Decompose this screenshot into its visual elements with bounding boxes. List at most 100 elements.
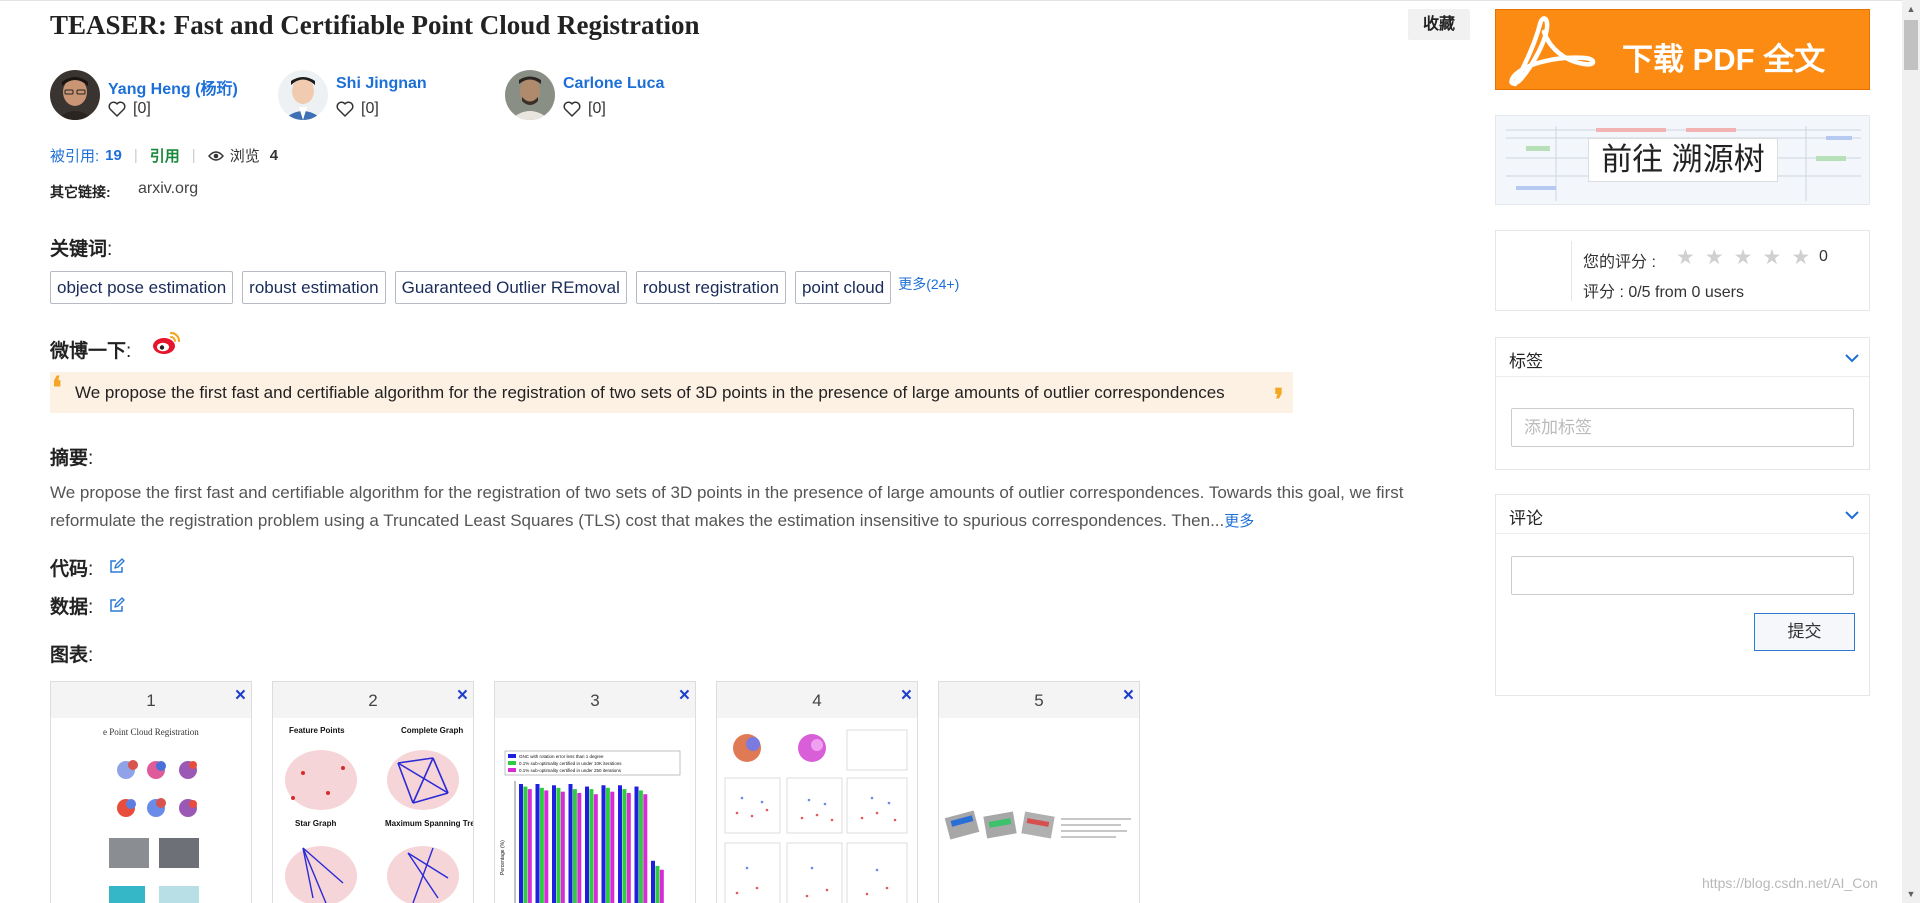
author-likes: [0] xyxy=(336,100,379,118)
figure-header: 1 × xyxy=(51,682,251,718)
figure-bar xyxy=(568,784,573,903)
figure-card[interactable]: 4 × xyxy=(716,681,918,903)
keyword-tag[interactable]: point cloud xyxy=(794,271,892,304)
abstract-more-link[interactable]: 更多 xyxy=(1224,513,1254,530)
star-icon[interactable]: ★ xyxy=(1705,247,1724,268)
submit-comment-button[interactable]: 提交 xyxy=(1754,613,1855,651)
like-count: [0] xyxy=(133,100,151,117)
close-icon[interactable]: × xyxy=(901,685,912,707)
figure-caption: 0.1% sub-optimality certified in under 1… xyxy=(519,761,622,766)
figure-bar xyxy=(523,786,528,903)
comments-panel-header[interactable]: 评论 xyxy=(1496,495,1869,534)
figure-thumbnail[interactable]: Feature Points Complete Graph Star Graph… xyxy=(273,718,473,903)
figure-thumbnail[interactable] xyxy=(717,718,917,903)
figure-header: 5 × xyxy=(939,682,1139,718)
figure-header: 4 × xyxy=(717,682,917,718)
author-name[interactable]: Shi Jingnan xyxy=(336,75,427,93)
chevron-down-icon[interactable] xyxy=(1845,350,1859,368)
figure-bar xyxy=(605,787,610,903)
keywords-more-link[interactable]: 更多(24+) xyxy=(898,274,959,294)
cited-by-count[interactable]: 19 xyxy=(105,147,122,164)
close-icon[interactable]: × xyxy=(679,685,690,707)
pdf-icon xyxy=(1509,16,1596,87)
figure-caption: GNC with rotation error less than 1 degr… xyxy=(519,754,604,759)
avatar[interactable] xyxy=(278,70,328,120)
other-link-arxiv[interactable]: arxiv.org xyxy=(138,180,198,198)
keywords-colon: : xyxy=(107,239,113,260)
avatar[interactable] xyxy=(505,70,555,120)
star-icon[interactable]: ★ xyxy=(1791,247,1810,268)
heart-icon[interactable] xyxy=(563,101,581,117)
download-pdf-button[interactable]: 下载 PDF 全文 xyxy=(1495,9,1870,90)
figures-label: 图表 xyxy=(50,645,89,666)
figure-bar xyxy=(659,869,664,903)
figure-bar xyxy=(593,794,598,903)
your-rating-label: 您的评分 : xyxy=(1583,254,1656,271)
favorite-button[interactable]: 收藏 xyxy=(1408,9,1470,40)
weibo-quote-text: We propose the first fast and certifiabl… xyxy=(75,383,1225,402)
author-card: Carlone Luca [0] xyxy=(505,70,705,122)
rating-value: 0 xyxy=(1819,248,1828,265)
figure-bar xyxy=(589,789,594,903)
author-name[interactable]: Carlone Luca xyxy=(563,75,664,93)
code-heading: 代码: xyxy=(50,554,93,581)
scroll-up-icon[interactable]: ▲ xyxy=(1902,0,1920,18)
scroll-down-icon[interactable]: ▼ xyxy=(1902,885,1920,903)
figure-card[interactable]: 1 × e Point Cloud Registration xyxy=(50,681,252,903)
close-icon[interactable]: × xyxy=(235,685,246,707)
cite-link[interactable]: 引用 xyxy=(150,145,180,166)
close-icon[interactable]: × xyxy=(1123,685,1134,707)
figure-thumbnail[interactable] xyxy=(939,718,1139,903)
abstract-heading: 摘要: xyxy=(50,443,93,470)
weibo-quote: ❛ We propose the first fast and certifia… xyxy=(50,371,1293,418)
close-icon[interactable]: × xyxy=(457,685,468,707)
avatar[interactable] xyxy=(50,70,100,120)
figure-card[interactable]: 3 × GNC with rotation error less than 1 … xyxy=(494,681,696,903)
edit-code-icon[interactable] xyxy=(109,558,125,574)
citation-tree-link[interactable]: 前往 溯源树 xyxy=(1495,115,1870,205)
comments-panel: 评论 提交 xyxy=(1495,494,1870,696)
views-label: 浏览 xyxy=(229,148,260,165)
code-colon: : xyxy=(88,559,94,580)
figure-thumbnail[interactable]: GNC with rotation error less than 1 degr… xyxy=(495,718,695,903)
figure-bar-chart xyxy=(519,784,664,903)
paper-title: TEASER: Fast and Certifiable Point Cloud… xyxy=(50,10,700,40)
figure-card[interactable]: 5 × xyxy=(938,681,1140,903)
figure-bar xyxy=(622,789,627,903)
comment-input[interactable] xyxy=(1511,556,1854,595)
scrollbar-thumb[interactable] xyxy=(1904,20,1918,70)
figure-card[interactable]: 2 × Feature Points Complete Graph Star G… xyxy=(272,681,474,903)
page-scrollbar[interactable]: ▲ ▼ xyxy=(1902,0,1920,903)
edit-data-icon[interactable] xyxy=(109,597,125,613)
keyword-tag[interactable]: object pose estimation xyxy=(50,271,234,304)
heart-icon[interactable] xyxy=(108,101,126,117)
stats-separator: | xyxy=(133,147,138,164)
keywords-heading: 关键词: xyxy=(50,234,112,261)
open-quote-icon: ❛ xyxy=(52,371,62,406)
star-icon[interactable]: ★ xyxy=(1676,247,1695,268)
citation-stats: 被引用: 19 | 引用 | 浏览 4 xyxy=(50,145,278,166)
rating-divider xyxy=(1571,241,1572,301)
add-tag-input[interactable] xyxy=(1511,408,1854,447)
keyword-tag[interactable]: robust estimation xyxy=(242,271,386,304)
cited-by-label[interactable]: 被引用: xyxy=(50,145,99,166)
tags-panel-header[interactable]: 标签 xyxy=(1496,338,1869,377)
figure-bar xyxy=(655,865,660,903)
rating-summary: 评分 : 0/5 from 0 users xyxy=(1583,284,1744,301)
keyword-tag[interactable]: Guaranteed Outlier REmoval xyxy=(394,271,627,304)
author-name[interactable]: Yang Heng (杨珩) xyxy=(108,75,238,99)
heart-icon[interactable] xyxy=(336,101,354,117)
close-quote-icon: ❜ xyxy=(1274,383,1284,418)
figure-bar xyxy=(556,787,561,903)
figure-caption: Feature Points xyxy=(289,726,345,735)
star-icon[interactable]: ★ xyxy=(1762,247,1781,268)
weibo-share-icon[interactable] xyxy=(152,330,182,356)
keyword-tag[interactable]: robust registration xyxy=(635,271,786,304)
figure-bar xyxy=(539,787,544,903)
chevron-down-icon[interactable] xyxy=(1845,507,1859,525)
figure-caption: 0.1% sub-optimality certified in under 2… xyxy=(519,768,622,773)
figure-thumbnail[interactable]: e Point Cloud Registration xyxy=(51,718,251,903)
star-icon[interactable]: ★ xyxy=(1734,247,1753,268)
figure-bar xyxy=(585,786,589,903)
code-label: 代码 xyxy=(50,559,89,580)
